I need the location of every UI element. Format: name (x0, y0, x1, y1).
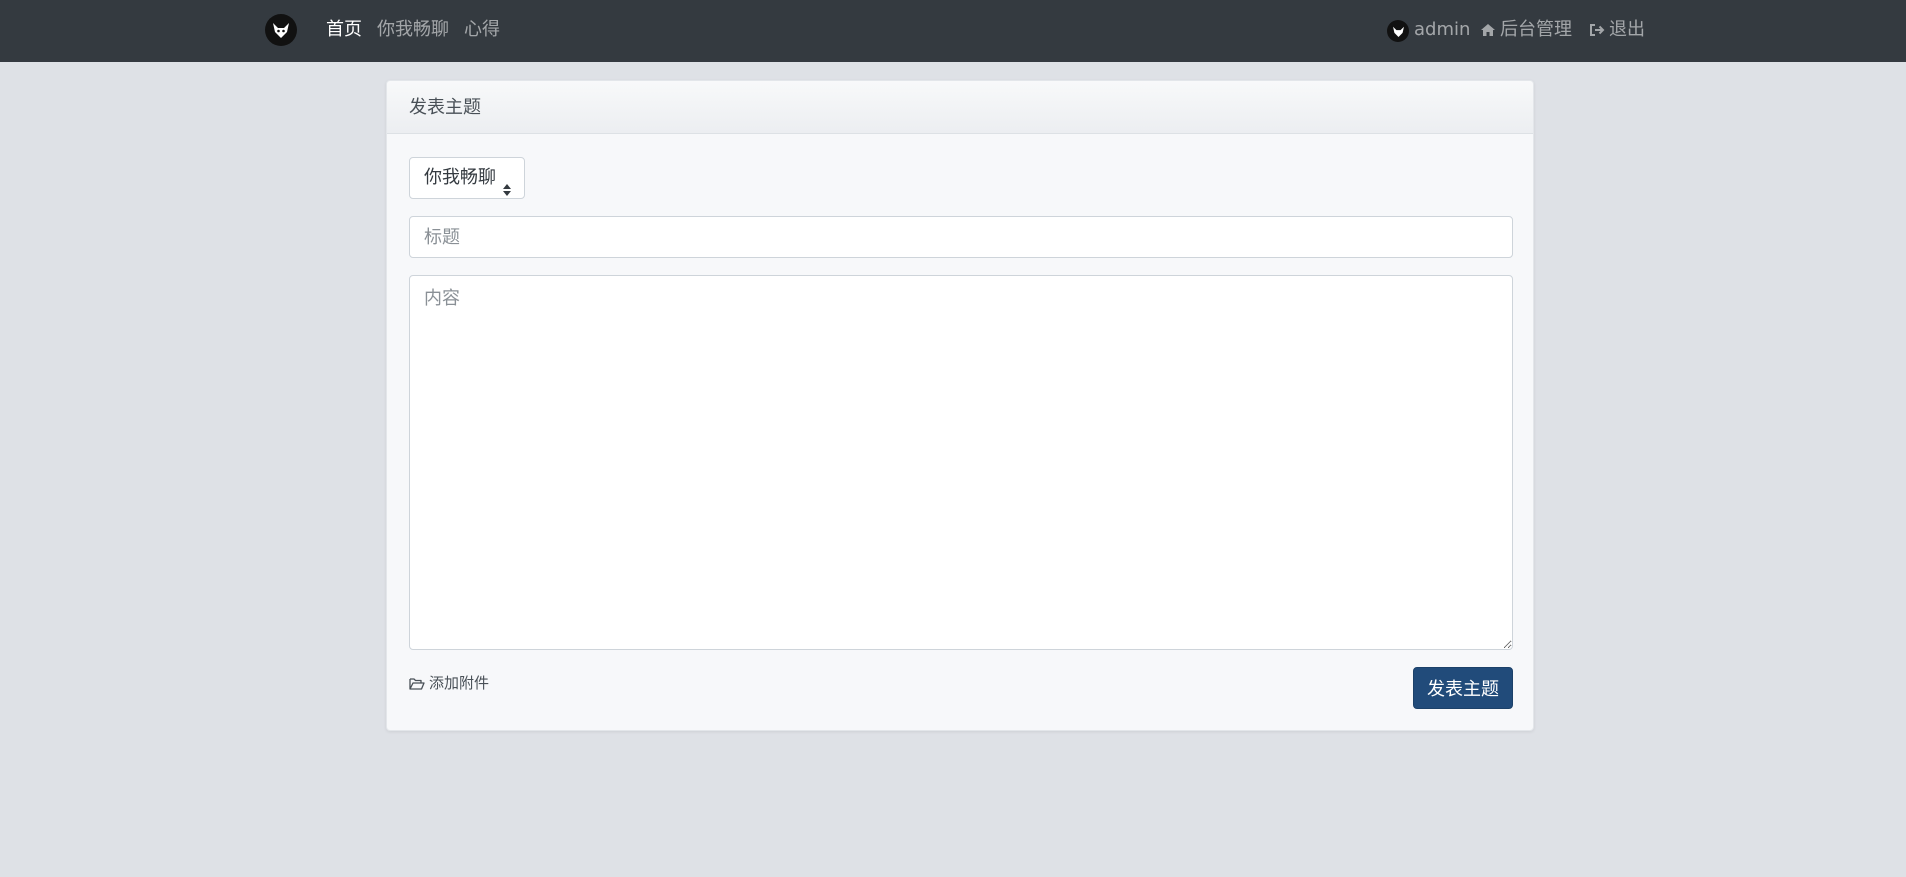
category-select[interactable]: 你我畅聊 (409, 157, 525, 199)
logout-link-label: 退出 (1609, 19, 1645, 40)
nav-experience-link[interactable]: 心得 (464, 18, 500, 42)
avatar-icon (1387, 20, 1409, 42)
sort-icon (502, 172, 512, 212)
sign-out-icon (1589, 20, 1605, 44)
category-select-value: 你我畅聊 (424, 167, 496, 188)
admin-link[interactable]: 后台管理 (1480, 18, 1572, 44)
nav-home-link[interactable]: 首页 (326, 18, 362, 42)
admin-link-label: 后台管理 (1500, 19, 1572, 40)
new-topic-card: 发表主题 你我畅聊 添加附件 发表主题 (386, 80, 1534, 731)
top-navbar: 首页 你我畅聊 心得 admin 后台管理 退出 (0, 0, 1906, 62)
user-link[interactable]: admin (1414, 18, 1470, 42)
logo-icon[interactable] (265, 14, 297, 46)
title-input[interactable] (409, 216, 1513, 258)
submit-topic-button[interactable]: 发表主题 (1413, 667, 1513, 709)
logout-link[interactable]: 退出 (1589, 18, 1645, 44)
home-icon (1480, 20, 1496, 44)
add-attachment-label: 添加附件 (429, 674, 490, 692)
nav-chat-link[interactable]: 你我畅聊 (377, 18, 449, 42)
card-header-title: 发表主题 (387, 81, 1533, 134)
folder-open-icon (409, 676, 425, 694)
add-attachment-link[interactable]: 添加附件 (409, 672, 489, 694)
content-textarea[interactable] (409, 275, 1513, 650)
